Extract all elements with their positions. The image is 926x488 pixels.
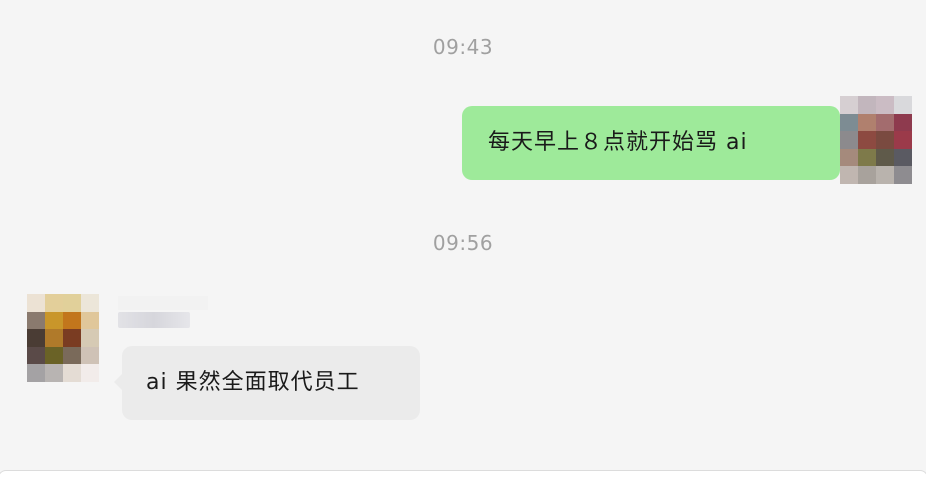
chat-conversation: 09:43 每天早上８点就开始骂 ai 09:56 ai 果然全面取代员工 [0,0,926,488]
avatar-pixel [840,96,858,114]
avatar-pixel [45,364,63,382]
avatar-pixel [876,148,894,167]
avatar-pixel [840,166,858,184]
avatar-pixel [894,148,912,167]
avatar-pixel [858,166,876,184]
avatar-pixel [894,96,912,114]
avatar-pixel [63,364,81,382]
avatar-pixel [45,346,63,365]
message-timestamp: 09:56 [432,231,494,255]
avatar-pixel [27,364,45,382]
avatar-pixel [876,166,894,184]
avatar-pixel [63,311,81,330]
avatar-pixel [27,311,45,330]
my-avatar[interactable] [840,96,912,184]
message-timestamp: 09:43 [432,35,494,59]
avatar-pixel [840,148,858,167]
avatar-pixel [876,131,894,149]
avatar-pixel [63,346,81,365]
outgoing-message-bubble[interactable]: 每天早上８点就开始骂 ai [462,106,840,180]
avatar-pixel [858,131,876,149]
avatar-pixel [894,113,912,132]
avatar-pixel [27,346,45,365]
avatar-pixel [27,329,45,347]
avatar-pixel [63,329,81,347]
sender-name-blur [118,296,208,310]
avatar-pixel [840,113,858,132]
avatar-pixel [840,131,858,149]
incoming-message-bubble[interactable]: ai 果然全面取代员工 [122,346,420,420]
avatar-pixel [45,294,63,312]
avatar-pixel [894,166,912,184]
contact-avatar[interactable] [27,294,99,382]
message-input-field[interactable] [0,470,926,488]
avatar-pixel [858,96,876,114]
avatar-pixel [876,96,894,114]
incoming-bubble-tail [114,374,122,390]
avatar-pixel [45,329,63,347]
avatar-pixel [81,346,99,365]
avatar-pixel [858,113,876,132]
avatar-pixel [27,294,45,312]
avatar-pixel [81,294,99,312]
avatar-pixel [63,294,81,312]
avatar-pixel [858,148,876,167]
avatar-pixel [81,311,99,330]
sender-name-redacted [118,312,190,328]
avatar-pixel [876,113,894,132]
avatar-pixel [81,329,99,347]
avatar-pixel [45,311,63,330]
avatar-pixel [894,131,912,149]
avatar-pixel [81,364,99,382]
